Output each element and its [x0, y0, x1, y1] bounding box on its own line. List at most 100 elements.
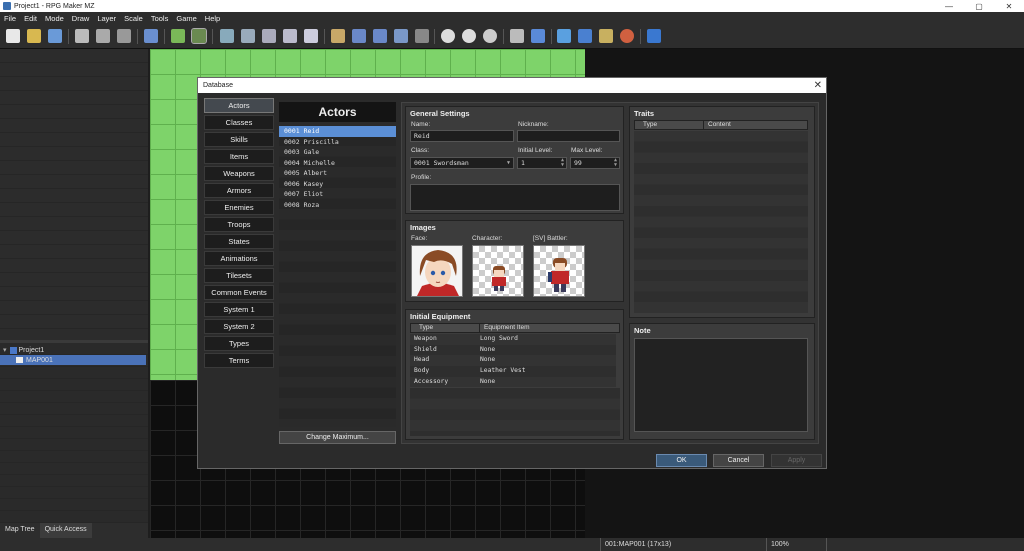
actor-list-item[interactable]: 0001 Reid [279, 126, 396, 137]
category-armors[interactable]: Armors [204, 183, 274, 198]
category-terms[interactable]: Terms [204, 353, 274, 368]
max-level-stepper[interactable]: 99 ▲ ▼ [570, 157, 620, 169]
ok-button[interactable]: OK [656, 454, 707, 467]
cut-icon[interactable] [75, 29, 89, 43]
layer-c-icon[interactable] [262, 29, 276, 43]
equipment-row[interactable]: Body Leather Vest [410, 366, 616, 377]
layer-a-icon[interactable] [220, 29, 234, 43]
category-tilesets[interactable]: Tilesets [204, 268, 274, 283]
cancel-button[interactable]: Cancel [713, 454, 764, 467]
battler-image[interactable] [533, 245, 585, 297]
category-items[interactable]: Items [204, 149, 274, 164]
menu-bar: File Edit Mode Draw Layer Scale Tools Ga… [0, 12, 1024, 24]
open-project-icon[interactable] [27, 29, 41, 43]
map-tree[interactable]: ▾ Project1 MAP001 [0, 343, 148, 523]
layer-b-icon[interactable] [241, 29, 255, 43]
initial-level-label: Initial Level: [518, 147, 553, 154]
category-system-1[interactable]: System 1 [204, 302, 274, 317]
playtest-icon[interactable] [647, 29, 661, 43]
actor-list-item[interactable]: 0003 Gale [279, 147, 396, 158]
layer-all-icon[interactable] [304, 29, 318, 43]
resource-manager-icon[interactable] [599, 29, 613, 43]
character-generator-icon[interactable] [620, 29, 634, 43]
category-actors[interactable]: Actors [204, 98, 274, 113]
menu-help[interactable]: Help [201, 14, 224, 23]
menu-file[interactable]: File [0, 14, 20, 23]
menu-tools[interactable]: Tools [147, 14, 173, 23]
spin-arrows-icon[interactable]: ▲ ▼ [561, 158, 564, 168]
tree-item-map[interactable]: MAP001 [0, 355, 146, 365]
category-classes[interactable]: Classes [204, 115, 274, 130]
minimize-button[interactable]: — [934, 2, 964, 11]
category-system-2[interactable]: System 2 [204, 319, 274, 334]
actor-list-item[interactable]: 0006 Kasey [279, 179, 396, 190]
close-window-button[interactable]: ✕ [994, 2, 1024, 11]
undo-icon[interactable] [144, 29, 158, 43]
initial-level-stepper[interactable]: 1 ▲ ▼ [517, 157, 567, 169]
database-icon[interactable] [510, 29, 524, 43]
category-weapons[interactable]: Weapons [204, 166, 274, 181]
tab-quick-access[interactable]: Quick Access [39, 523, 92, 538]
event-searcher-icon[interactable] [578, 29, 592, 43]
zoom-reset-icon[interactable] [483, 29, 497, 43]
plugin-manager-icon[interactable] [531, 29, 545, 43]
category-skills[interactable]: Skills [204, 132, 274, 147]
copy-icon[interactable] [96, 29, 110, 43]
new-project-icon[interactable] [6, 29, 20, 43]
profile-textarea[interactable] [410, 184, 620, 211]
map-mode-icon[interactable] [171, 29, 185, 43]
ellipse-icon[interactable] [373, 29, 387, 43]
sound-test-icon[interactable] [557, 29, 571, 43]
menu-edit[interactable]: Edit [20, 14, 41, 23]
dialog-title: Database [198, 78, 826, 93]
actor-list-item[interactable]: 0002 Priscilla [279, 137, 396, 148]
actor-list-item[interactable]: 0005 Albert [279, 168, 396, 179]
event-mode-icon[interactable] [191, 28, 207, 44]
nickname-field[interactable] [517, 130, 620, 142]
tree-item-project[interactable]: ▾ Project1 [0, 345, 44, 355]
pencil-icon[interactable] [331, 29, 345, 43]
name-field[interactable]: Reid [410, 130, 514, 142]
equipment-row[interactable]: Head None [410, 355, 616, 367]
change-maximum-button[interactable]: Change Maximum... [279, 431, 396, 444]
dialog-close-icon[interactable]: ✕ [814, 78, 822, 93]
traits-table[interactable] [634, 131, 808, 313]
actor-list-item[interactable]: 0008 Roza [279, 200, 396, 211]
zoom-in-icon[interactable] [441, 29, 455, 43]
equipment-row[interactable]: Accessory None [410, 376, 616, 388]
category-enemies[interactable]: Enemies [204, 200, 274, 215]
tileset-palette[interactable] [0, 49, 148, 340]
note-textarea[interactable] [634, 338, 808, 432]
zoom-out-icon[interactable] [462, 29, 476, 43]
menu-game[interactable]: Game [172, 14, 200, 23]
category-troops[interactable]: Troops [204, 217, 274, 232]
menu-layer[interactable]: Layer [93, 14, 120, 23]
actor-list-item[interactable]: 0007 Eliot [279, 189, 396, 200]
fill-icon[interactable] [394, 29, 408, 43]
spin-arrows-icon[interactable]: ▲ ▼ [614, 158, 617, 168]
apply-button[interactable]: Apply [771, 454, 822, 467]
equipment-row[interactable]: Shield None [410, 344, 616, 356]
category-types[interactable]: Types [204, 336, 274, 351]
menu-mode[interactable]: Mode [41, 14, 68, 23]
menu-draw[interactable]: Draw [68, 14, 94, 23]
equipment-row[interactable]: Weapon Long Sword [410, 334, 616, 345]
rectangle-icon[interactable] [352, 29, 366, 43]
shadow-pen-icon[interactable] [415, 29, 429, 43]
layer-d-icon[interactable] [283, 29, 297, 43]
menu-scale[interactable]: Scale [120, 14, 147, 23]
save-project-icon[interactable] [48, 29, 62, 43]
face-image[interactable] [411, 245, 463, 297]
tree-map-label: MAP001 [26, 356, 53, 364]
tab-map-tree[interactable]: Map Tree [0, 523, 40, 538]
paste-icon[interactable] [117, 29, 131, 43]
actor-list-item[interactable]: 0004 Michelle [279, 158, 396, 169]
character-sprite-image[interactable] [472, 245, 524, 297]
actor-list[interactable]: 0001 Reid 0002 Priscilla 0003 Gale 0004 … [279, 125, 396, 427]
category-states[interactable]: States [204, 234, 274, 249]
class-select[interactable]: 0001 Swordsman ▼ [410, 157, 514, 169]
traits-col-type: Type [643, 121, 658, 128]
category-common-events[interactable]: Common Events [204, 285, 274, 300]
category-animations[interactable]: Animations [204, 251, 274, 266]
maximize-button[interactable]: ▢ [964, 2, 994, 11]
